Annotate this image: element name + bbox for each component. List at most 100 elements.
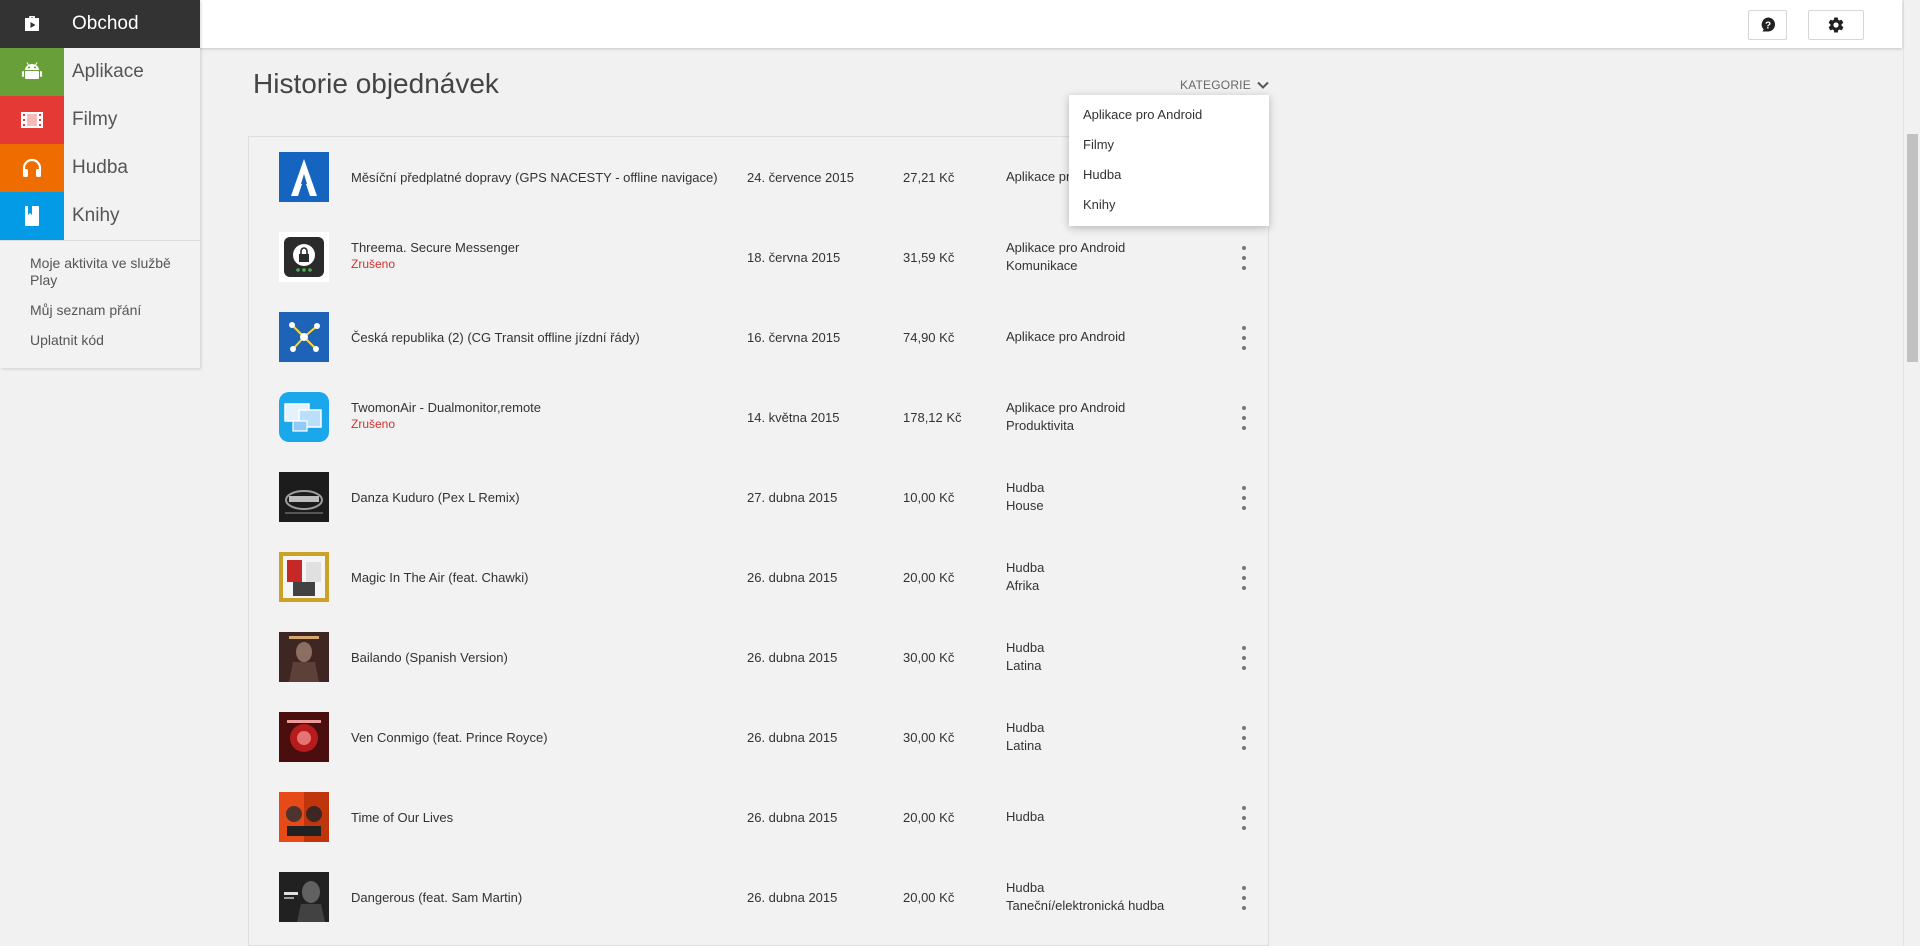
headphones-icon (0, 144, 64, 192)
app-thumbnail[interactable] (279, 392, 329, 442)
order-row: Danza Kuduro (Pex L Remix) 27. dubna 201… (249, 457, 1268, 537)
link-wishlist[interactable]: Můj seznam přání (0, 302, 200, 319)
order-row: Dangerous (feat. Sam Martin) 26. dubna 2… (249, 857, 1268, 937)
order-category: Aplikace pro Android (1006, 329, 1126, 344)
order-list: Měsíční předplatné dopravy (GPS NACESTY … (248, 136, 1269, 946)
order-subcategory: Produktivita (1006, 418, 1074, 433)
order-name[interactable]: Měsíční předplatné dopravy (GPS NACESTY … (351, 170, 718, 185)
order-category: Hudba (1006, 640, 1045, 655)
order-price: 20,00 Kč (903, 570, 955, 585)
album-art[interactable] (279, 712, 329, 762)
more-options-button[interactable] (1239, 486, 1249, 510)
order-subcategory: Komunikace (1006, 258, 1078, 273)
page-scrollbar[interactable] (1903, 0, 1920, 946)
app-thumbnail[interactable] (279, 312, 329, 362)
order-date: 24. července 2015 (747, 170, 854, 185)
book-icon (0, 192, 64, 240)
order-row: Threema. Secure Messenger Zrušeno 18. če… (249, 217, 1268, 297)
order-row: Time of Our Lives 26. dubna 2015 20,00 K… (249, 777, 1268, 857)
nav-item-apps[interactable]: Aplikace (0, 48, 200, 96)
album-art[interactable] (279, 872, 329, 922)
link-redeem[interactable]: Uplatnit kód (0, 332, 200, 349)
order-date: 27. dubna 2015 (747, 490, 838, 505)
more-options-button[interactable] (1239, 726, 1249, 750)
page-title: Historie objednávek (253, 68, 499, 99)
order-subcategory: Afrika (1006, 578, 1040, 593)
order-status: Zrušeno (351, 257, 396, 271)
more-options-button[interactable] (1239, 326, 1249, 350)
order-price: 30,00 Kč (903, 650, 955, 665)
gear-icon (1828, 17, 1844, 33)
order-category: Aplikace pro Android (1006, 400, 1126, 415)
nav-item-label: Aplikace (72, 61, 144, 82)
more-options-button[interactable] (1239, 566, 1249, 590)
nav-item-label: Filmy (72, 109, 118, 130)
order-row: Česká republika (2) (CG Transit offline … (249, 297, 1268, 377)
order-name[interactable]: Dangerous (feat. Sam Martin) (351, 890, 522, 905)
order-price: 30,00 Kč (903, 730, 955, 745)
order-name[interactable]: Ven Conmigo (feat. Prince Royce) (351, 730, 548, 745)
more-options-button[interactable] (1239, 886, 1249, 910)
order-date: 16. června 2015 (747, 330, 841, 345)
film-icon (0, 96, 64, 144)
order-name[interactable]: Česká republika (2) (CG Transit offline … (351, 330, 640, 345)
order-category: Hudba (1006, 809, 1045, 824)
order-category: Hudba (1006, 560, 1045, 575)
order-price: 74,90 Kč (903, 330, 955, 345)
sidebar: Obchod Aplikace Filmy Hudba Knihy Moje a… (0, 0, 200, 368)
dropdown-option-music[interactable]: Hudba (1069, 165, 1269, 195)
more-options-button[interactable] (1239, 246, 1249, 270)
order-category: Hudba (1006, 720, 1045, 735)
more-options-button[interactable] (1239, 646, 1249, 670)
more-options-button[interactable] (1239, 806, 1249, 830)
shopping-bag-icon (0, 0, 64, 48)
dropdown-option-apps[interactable]: Aplikace pro Android (1069, 105, 1269, 135)
order-price: 20,00 Kč (903, 810, 955, 825)
settings-button[interactable] (1808, 10, 1864, 40)
order-name[interactable]: Bailando (Spanish Version) (351, 650, 508, 665)
category-dropdown: Aplikace pro Android Filmy Hudba Knihy (1069, 95, 1269, 226)
order-date: 26. dubna 2015 (747, 890, 838, 905)
order-category: Aplikace pro Android (1006, 240, 1126, 255)
order-date: 26. dubna 2015 (747, 810, 838, 825)
app-thumbnail[interactable] (279, 232, 329, 282)
album-art[interactable] (279, 632, 329, 682)
dropdown-option-books[interactable]: Knihy (1069, 195, 1269, 225)
order-name[interactable]: TwomonAir - Dualmonitor,remote (351, 400, 541, 415)
album-art[interactable] (279, 472, 329, 522)
album-art[interactable] (279, 552, 329, 602)
side-links: Moje aktivita ve službě Play Můj seznam … (0, 240, 200, 349)
order-price: 178,12 Kč (903, 410, 962, 425)
order-price: 20,00 Kč (903, 890, 955, 905)
order-name[interactable]: Time of Our Lives (351, 810, 453, 825)
order-price: 10,00 Kč (903, 490, 955, 505)
order-name[interactable]: Magic In The Air (feat. Chawki) (351, 570, 529, 585)
chevron-down-icon (1257, 81, 1269, 89)
order-name[interactable]: Danza Kuduro (Pex L Remix) (351, 490, 520, 505)
order-date: 26. dubna 2015 (747, 570, 838, 585)
order-date: 14. května 2015 (747, 410, 840, 425)
order-name[interactable]: Threema. Secure Messenger (351, 240, 519, 255)
more-options-button[interactable] (1239, 406, 1249, 430)
android-icon (0, 48, 64, 96)
help-button[interactable]: ? (1748, 10, 1787, 40)
svg-text:?: ? (1764, 21, 1770, 32)
nav-store[interactable]: Obchod (0, 0, 200, 48)
nav-item-label: Knihy (72, 205, 120, 226)
nav-item-books[interactable]: Knihy (0, 192, 200, 240)
dropdown-option-movies[interactable]: Filmy (1069, 135, 1269, 165)
order-subcategory: Taneční/elektronická hudba (1006, 898, 1165, 913)
order-status: Zrušeno (351, 417, 396, 431)
order-date: 18. června 2015 (747, 250, 841, 265)
nav-item-movies[interactable]: Filmy (0, 96, 200, 144)
nav-item-music[interactable]: Hudba (0, 144, 200, 192)
app-thumbnail[interactable] (279, 152, 329, 202)
order-date: 26. dubna 2015 (747, 650, 838, 665)
order-row: Ven Conmigo (feat. Prince Royce) 26. dub… (249, 697, 1268, 777)
scrollbar-thumb[interactable] (1907, 134, 1918, 362)
category-filter-button[interactable]: KATEGORIE (1180, 78, 1269, 92)
album-art[interactable] (279, 792, 329, 842)
order-subcategory: Latina (1006, 658, 1042, 673)
order-date: 26. dubna 2015 (747, 730, 838, 745)
link-my-activity[interactable]: Moje aktivita ve službě Play (0, 255, 200, 289)
